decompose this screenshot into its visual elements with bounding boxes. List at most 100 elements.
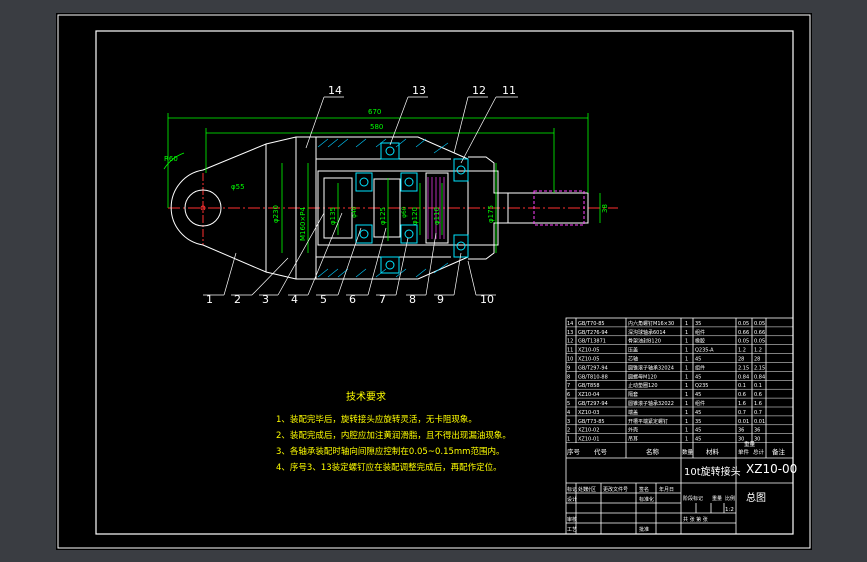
parts-list-cell: 2.15 [754, 365, 765, 371]
parts-list-cell: 8 [567, 374, 570, 380]
dimension-texts: 670 580 R60 φ55 φ230 M160×P4 φ135 φ125 φ… [164, 108, 609, 241]
parts-list-cell: 45 [695, 428, 701, 434]
tb-process: 工艺 [567, 527, 577, 533]
parts-list-cell: 0.1 [754, 383, 762, 389]
parts-list-cell: GB/T70-85 [578, 321, 605, 327]
tb-review: 审核 [567, 516, 577, 523]
parts-list-cell: 2 [567, 428, 570, 434]
dim-c: φ120 [411, 207, 419, 225]
parts-list-cell: 0.66 [754, 330, 765, 336]
drawing-number: XZ10-00 [746, 462, 797, 476]
parts-list-cell: GB/T276-94 [578, 330, 608, 336]
dim-inner: 580 [370, 123, 383, 131]
bearing-5-bottom [355, 224, 373, 244]
parts-list-cell: XZ10-04 [578, 392, 599, 398]
parts-list-cell: 骨架油封B120 [628, 338, 661, 345]
parts-list-cell: 1.6 [738, 401, 746, 407]
hdr-no: 序号 [567, 447, 581, 456]
hdr-w: 单件 [738, 448, 750, 456]
parts-list-cell: 6 [567, 392, 570, 398]
parts-list-cell: 外壳 [628, 427, 638, 434]
parts-list-cell: 1 [685, 419, 688, 425]
hdr-name: 名称 [646, 447, 660, 456]
parts-list-cell: 橡胶 [695, 338, 705, 345]
balloon-9: 9 [437, 293, 444, 306]
parts-list-cell: GB/T297-94 [578, 401, 608, 407]
tb-stage: 阶段标记 [683, 495, 703, 502]
assembly-view: 1 2 3 4 5 6 7 8 9 10 11 12 13 14 670 580… [163, 84, 618, 306]
hdr-qty: 数量 [682, 448, 694, 456]
parts-list-cell: 0.05 [738, 321, 749, 327]
parts-list-cell: Q235-A [695, 348, 714, 354]
parts-list-cell: 吊耳 [628, 437, 638, 443]
parts-list-cell: 0.6 [754, 392, 762, 398]
parts-list-cell: 9 [567, 365, 570, 371]
dim-small-b: φ60 [401, 206, 408, 218]
tech-item-1: 1、装配完毕后，旋转接头应旋转灵活，无卡阻现象。 [276, 414, 477, 425]
parts-list-cell: XZ10-05 [578, 357, 599, 363]
parts-list-cell: 0.05 [738, 339, 749, 345]
parts-list-cell: 0.7 [754, 410, 762, 416]
parts-list-cell: 1 [685, 321, 688, 327]
parts-list-cell: 1 [567, 437, 570, 443]
parts-list-cell: 12 [567, 339, 573, 345]
parts-list-cell: 45 [695, 410, 701, 416]
tech-title: 技术要求 [346, 390, 386, 403]
parts-list-cell: 1 [685, 383, 688, 389]
balloon-3: 3 [262, 293, 269, 306]
parts-list-cell: 36 [754, 428, 760, 434]
balloon-4: 4 [291, 293, 298, 306]
drawing-name: 总图 [746, 491, 766, 504]
tb-sheets: 共 张 第 张 [683, 516, 708, 523]
dim-thread: M160×P4 [299, 207, 307, 241]
dim-bodydia: φ230 [272, 205, 280, 223]
tb-scale-val: 1:2 [725, 507, 734, 513]
parts-list-cell: 1 [685, 365, 688, 371]
balloon-2: 2 [234, 293, 241, 306]
dim-b: φ125 [379, 207, 387, 225]
tech-item-2: 2、装配完成后，内腔应加注黄润滑脂，且不得出现漏油现象。 [276, 430, 511, 441]
hdr-mass: 重量 [744, 440, 756, 448]
tech-item-3: 3、各轴承装配时轴向间隙应控制在0.05~0.15mm范围内。 [276, 446, 504, 457]
bearing-9-bottom [400, 224, 418, 244]
parts-list-cell: GB/T13871 [578, 339, 606, 345]
parts-list-cell: 0.66 [738, 330, 749, 336]
parts-list-cell: 0.84 [754, 374, 765, 380]
parts-list-cell: 0.01 [738, 419, 749, 425]
parts-list-cell: GB/T858 [578, 383, 600, 389]
tb-std: 标准化 [639, 496, 654, 503]
dim-radius: R60 [164, 155, 178, 163]
parts-list-cell: 2.15 [738, 365, 749, 371]
dim-shaftend: 38 [601, 204, 609, 213]
product-name: 10t旋转接头 [684, 465, 741, 478]
parts-list-cell: 35 [695, 419, 701, 425]
parts-list-cell: 5 [567, 401, 570, 407]
balloon-10: 10 [480, 293, 494, 306]
parts-list-cell: 4 [567, 410, 570, 416]
parts-list-cell: 0.7 [738, 410, 746, 416]
parts-list-cell: 45 [695, 437, 701, 443]
parts-list-cell: XZ10-02 [578, 428, 599, 434]
parts-list-cell: 7 [567, 383, 570, 389]
parts-list-cell: XZ10-05 [578, 348, 599, 354]
parts-list-cell: XZ10-01 [578, 437, 599, 443]
parts-list-cell: 1 [685, 374, 688, 380]
parts-list-cell: 开槽平端紧定螺钉 [628, 418, 668, 425]
tb-sign: 签名 [639, 486, 649, 493]
parts-list-cell: 组件 [695, 329, 705, 336]
parts-list-cell: 1 [685, 401, 688, 407]
tb-date: 年月日 [659, 486, 674, 493]
parts-list-cell: 圆锥滚子轴承32024 [628, 364, 674, 371]
parts-list-cell: 0.84 [738, 374, 749, 380]
parts-list-cell: 28 [738, 357, 744, 363]
balloon-12: 12 [472, 84, 486, 97]
parts-list-cell: 圆锥滚子轴承32022 [628, 400, 674, 407]
tb-weight: 重量 [712, 495, 722, 502]
parts-list-cell: 芯轴 [628, 356, 638, 363]
parts-list-cell: 1 [685, 357, 688, 363]
parts-list-cell: GB/T810-88 [578, 374, 608, 380]
title-block-text: 10t旋转接头 XZ10-00 总图 标记 处数 分区 更改文件号 签名 年月日… [567, 462, 797, 533]
dim-e: φ175 [487, 205, 495, 223]
parts-list-cell: 0.05 [754, 339, 765, 345]
parts-list-cell: 隔套 [628, 391, 638, 398]
